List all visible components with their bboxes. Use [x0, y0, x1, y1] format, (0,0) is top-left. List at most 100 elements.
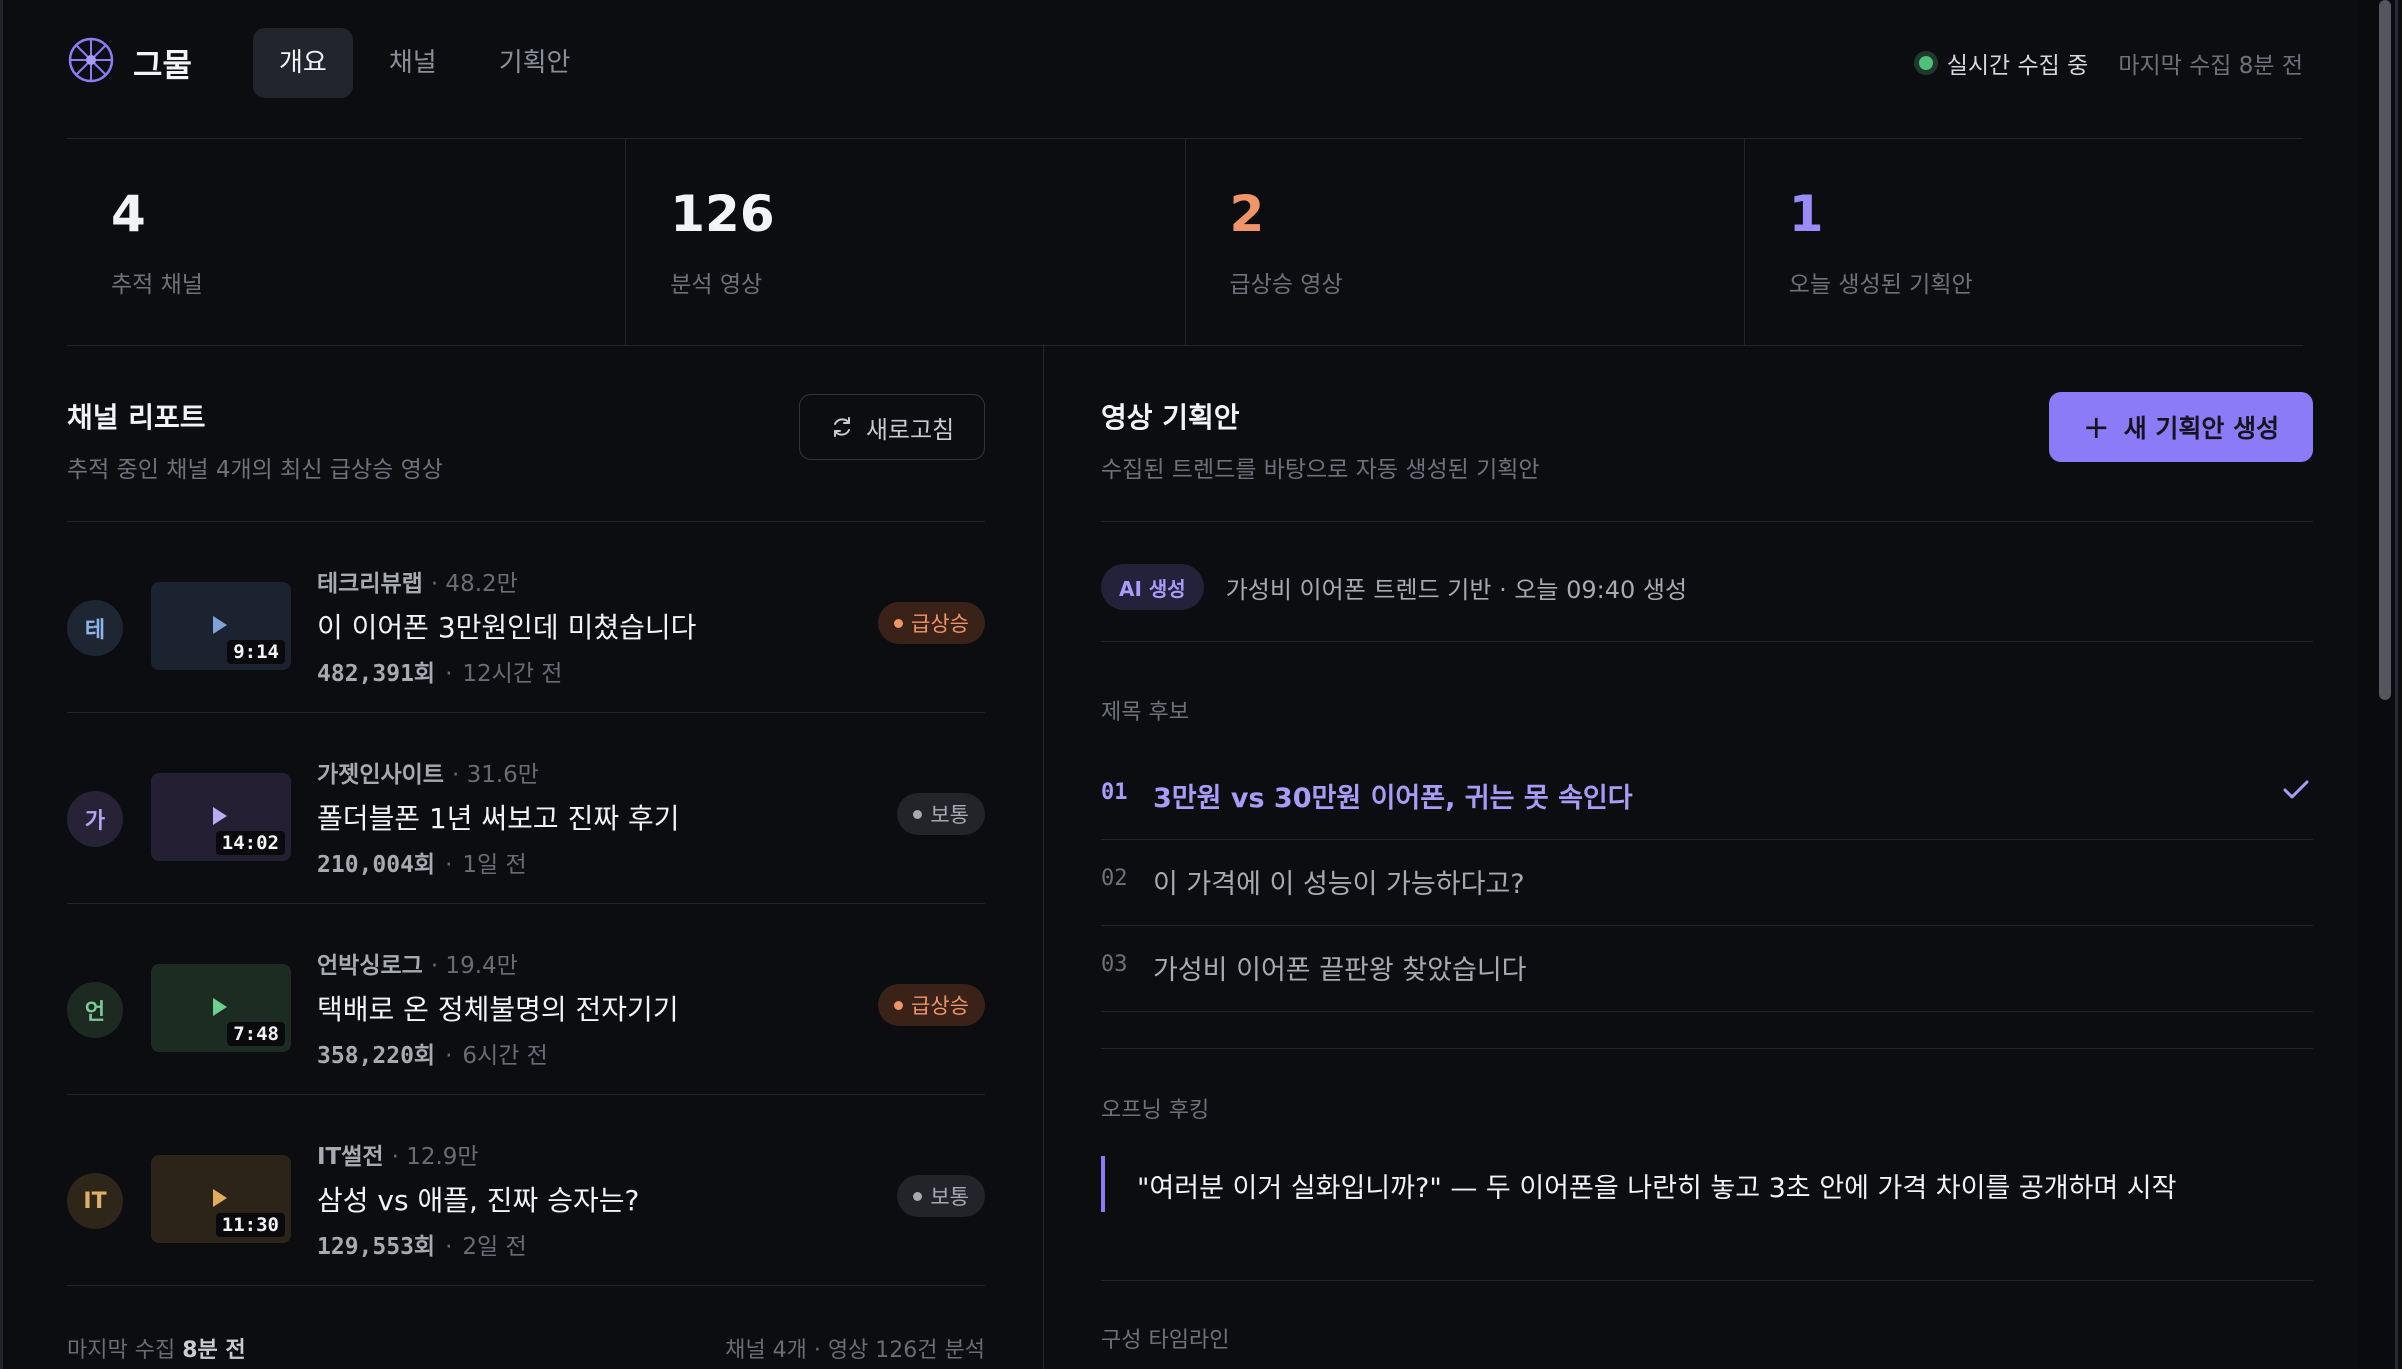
title-candidates-label: 제목 후보: [1101, 700, 1189, 725]
channel-name[interactable]: 가젯인사이트: [317, 762, 444, 788]
play-icon: [213, 616, 227, 634]
title-candidate[interactable]: 01 3만원 vs 30만원 이어폰, 귀는 못 속인다: [1101, 754, 2313, 840]
view-count: 482,391회: [317, 661, 436, 687]
panel-title: 영상 기획안: [1101, 401, 1240, 434]
panel-divider: [1043, 344, 1044, 1369]
video-title[interactable]: 이 이어폰 3만원인데 미쳤습니다: [317, 606, 696, 646]
subscriber-count: · 19.4만: [430, 953, 518, 979]
stat-analyzed-videos: 126 분석 영상: [625, 139, 1184, 345]
view-count: 129,553회: [317, 1234, 436, 1260]
panel-subtitle: 수집된 트렌드를 바탕으로 자동 생성된 기획안: [1101, 457, 1540, 483]
opening-hook: "여러분 이거 실화입니까?" — 두 이어폰을 나란히 놓고 3초 안에 가격…: [1101, 1156, 2313, 1212]
stat-tracked-channels: 4 추적 채널: [67, 139, 625, 345]
upload-time: 12시간 전: [462, 661, 563, 687]
video-thumbnail[interactable]: 9:14: [151, 582, 291, 670]
video-channel-meta: 언박싱로그 · 19.4만: [317, 946, 518, 980]
network-logo-icon: [68, 37, 114, 83]
video-duration: 14:02: [215, 831, 285, 855]
stat-plans-today: 1 오늘 생성된 기획안: [1743, 139, 2303, 345]
badge-dot-icon: [894, 618, 904, 628]
trend-badge: 보통: [897, 793, 985, 835]
separator: ·: [445, 1234, 453, 1260]
video-row[interactable]: IT 11:30 IT썰전 · 12.9만 삼성 vs 애플, 진짜 승자는? 1…: [67, 1095, 985, 1286]
candidate-number: 03: [1101, 952, 1128, 977]
video-stats: 129,553회 · 2일 전: [317, 1227, 527, 1261]
tab-overview[interactable]: 개요: [253, 28, 353, 98]
stat-surging-videos: 2 급상승 영상: [1184, 139, 1744, 345]
video-thumbnail[interactable]: 7:48: [151, 964, 291, 1052]
subscriber-count: · 48.2만: [430, 571, 518, 597]
ai-meta-text: 가성비 이어폰 트렌드 기반 · 오늘 09:40 생성: [1225, 575, 1688, 604]
video-thumbnail[interactable]: 14:02: [151, 773, 291, 861]
panel-title: 채널 리포트: [67, 401, 206, 434]
live-indicator-icon: [1918, 56, 1933, 70]
ai-generation-info: AI 생성 가성비 이어폰 트렌드 기반 · 오늘 09:40 생성: [1101, 564, 1687, 610]
refresh-label: 새로고침: [865, 415, 955, 444]
upload-time: 2일 전: [462, 1234, 527, 1260]
new-plan-button[interactable]: + 새 기획안 생성: [2049, 392, 2313, 462]
play-icon: [213, 1189, 227, 1207]
channel-avatar: IT: [67, 1173, 123, 1229]
channel-avatar: 언: [67, 982, 123, 1038]
video-thumbnail[interactable]: 11:30: [151, 1155, 291, 1243]
stats-row: 4 추적 채널 126 분석 영상 2 급상승 영상 1 오늘 생성된 기획안: [67, 138, 2303, 346]
video-row[interactable]: 언 7:48 언박싱로그 · 19.4만 택배로 온 정체불명의 전자기기 358…: [67, 904, 985, 1095]
candidate-text: 가성비 이어폰 끝판왕 찾았습니다: [1153, 955, 1527, 986]
check-icon: [2283, 780, 2309, 799]
separator: ·: [445, 1043, 453, 1069]
separator: ·: [445, 852, 453, 878]
channel-name[interactable]: IT썰전: [317, 1144, 384, 1170]
channel-avatar: 가: [67, 791, 123, 847]
badge-label: 보통: [930, 1185, 969, 1209]
video-duration: 11:30: [215, 1213, 285, 1237]
subscriber-count: · 31.6만: [451, 762, 539, 788]
channel-name[interactable]: 테크리뷰랩: [317, 571, 423, 597]
footer-summary: 채널 4개 · 영상 126건 분석: [725, 1338, 985, 1363]
video-channel-meta: IT썰전 · 12.9만: [317, 1137, 479, 1171]
trend-badge: 급상승: [878, 602, 985, 644]
timeline-label: 구성 타임라인: [1101, 1328, 1230, 1353]
main-nav: 개요 채널 기획안: [253, 28, 596, 98]
play-icon: [213, 998, 227, 1016]
view-count: 358,220회: [317, 1043, 436, 1069]
scrollbar[interactable]: [2357, 0, 2395, 1369]
candidate-text: 이 가격에 이 성능이 가능하다고?: [1153, 869, 1525, 900]
badge-label: 급상승: [911, 612, 969, 636]
upload-time: 1일 전: [462, 852, 527, 878]
channel-avatar: 테: [67, 600, 123, 656]
channel-report-panel: 채널 리포트 추적 중인 채널 4개의 최신 급상승 영상 새로고침 테 9:1…: [67, 344, 985, 1369]
tab-plans[interactable]: 기획안: [473, 28, 597, 98]
subscriber-count: · 12.9만: [391, 1144, 479, 1170]
last-collected-text: 마지막 수집 8분 전: [2118, 53, 2303, 79]
video-title[interactable]: 삼성 vs 애플, 진짜 승자는?: [317, 1179, 639, 1219]
stat-label: 추적 채널: [111, 272, 203, 298]
refresh-button[interactable]: 새로고침: [799, 394, 985, 460]
footer-last-time: 8분 전: [182, 1338, 246, 1363]
scrollbar-thumb[interactable]: [2379, 0, 2391, 700]
video-row[interactable]: 테 9:14 테크리뷰랩 · 48.2만 이 이어폰 3만원인데 미쳤습니다 48…: [67, 522, 985, 713]
footer-prefix: 마지막 수집: [67, 1338, 176, 1363]
video-title[interactable]: 택배로 온 정체불명의 전자기기: [317, 988, 679, 1028]
tab-channels[interactable]: 채널: [363, 28, 463, 98]
play-icon: [213, 807, 227, 825]
panel-subtitle: 추적 중인 채널 4개의 최신 급상승 영상: [67, 457, 443, 483]
badge-dot-icon: [913, 1191, 923, 1201]
title-candidate[interactable]: 02 이 가격에 이 성능이 가능하다고?: [1101, 840, 2313, 926]
video-title[interactable]: 폴더블폰 1년 써보고 진짜 후기: [317, 797, 680, 837]
stat-label: 분석 영상: [670, 272, 763, 298]
video-stats: 482,391회 · 12시간 전: [317, 654, 562, 688]
title-candidate[interactable]: 03 가성비 이어폰 끝판왕 찾았습니다: [1101, 926, 2313, 1012]
candidate-number: 01: [1101, 780, 1128, 805]
video-duration: 9:14: [227, 640, 285, 664]
report-footer: 마지막 수집 8분 전 채널 4개 · 영상 126건 분석: [67, 1332, 985, 1364]
divider: [1101, 1280, 2313, 1281]
app-window: 그물 개요 채널 기획안 실시간 수집 중 마지막 수집 8분 전 4 추적 채…: [0, 0, 2398, 1369]
hook-text: "여러분 이거 실화입니까?" — 두 이어폰을 나란히 놓고 3초 안에 가격…: [1137, 1173, 2177, 1204]
divider: [1101, 1048, 2313, 1049]
video-stats: 210,004회 · 1일 전: [317, 845, 527, 879]
video-stats: 358,220회 · 6시간 전: [317, 1036, 548, 1070]
video-row[interactable]: 가 14:02 가젯인사이트 · 31.6만 폴더블폰 1년 써보고 진짜 후기 …: [67, 713, 985, 904]
channel-name[interactable]: 언박싱로그: [317, 953, 423, 979]
stat-value: 1: [1788, 185, 1824, 243]
stat-value: 126: [670, 185, 775, 243]
